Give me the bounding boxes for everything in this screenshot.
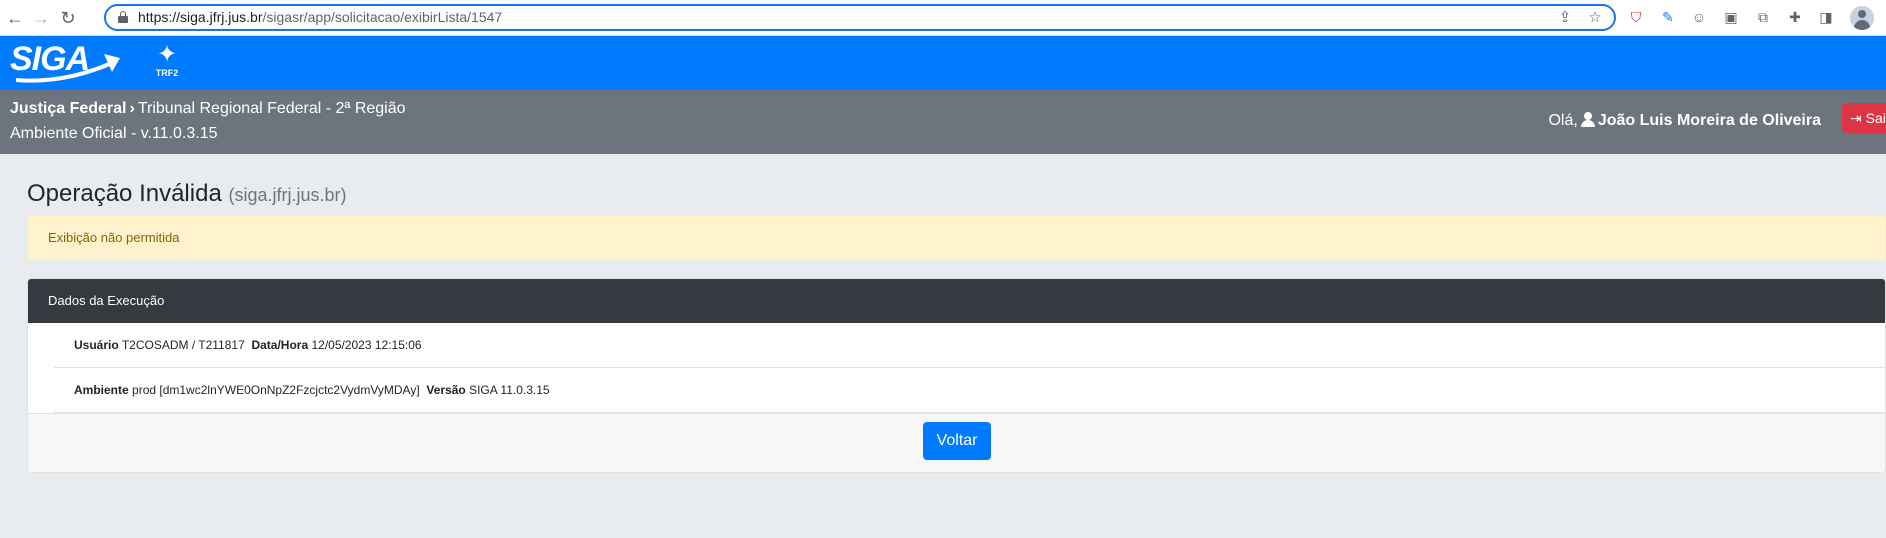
- environment-row-label: Ambiente: [74, 383, 129, 397]
- extension-shield-icon[interactable]: ⛉: [1627, 8, 1645, 26]
- share-icon[interactable]: ⇪: [1556, 9, 1574, 27]
- version-label: Versão: [426, 383, 466, 397]
- trf2-label: TRF2: [155, 68, 179, 78]
- user-icon: [1580, 112, 1595, 127]
- user-greeting: Olá, João Luis Moreira de Oliveira: [1548, 112, 1821, 130]
- page-title: Operação Inválida (siga.jfrj.jus.br): [27, 180, 347, 208]
- browser-toolbar: ← → ↻ https://siga.jfrj.jus.br/sigasr/ap…: [0, 0, 1886, 36]
- breadcrumb-current: Tribunal Regional Federal - 2ª Região: [137, 100, 406, 117]
- chevron-right-icon: ›: [129, 100, 135, 117]
- list-item: Usuário T2COSADM / T211817 Data/Hora 12/…: [54, 323, 1885, 368]
- reload-icon[interactable]: ↻: [57, 7, 79, 29]
- context-bar: Justiça Federal › Tribunal Regional Federa…: [0, 90, 1886, 154]
- user-name: João Luis Moreira de Oliveira: [1597, 112, 1821, 129]
- user-value: T2COSADM / T211817: [121, 338, 245, 352]
- lock-icon[interactable]: [118, 11, 128, 23]
- environment-row-value: prod [dm1wc2lnYWE0OnNpZ2Fzcjctc2VydmVyMD…: [132, 383, 420, 397]
- logout-button[interactable]: ⇥ Sair: [1842, 103, 1886, 133]
- bookmark-star-icon[interactable]: ☆: [1586, 9, 1604, 27]
- card-header: Dados da Execução: [28, 279, 1885, 323]
- siga-arrow-icon: [15, 54, 120, 83]
- user-label: Usuário: [74, 338, 119, 352]
- trf2-logo: ✦ TRF2: [150, 42, 184, 86]
- greeting-text: Olá,: [1548, 112, 1578, 129]
- datetime-label: Data/Hora: [251, 338, 309, 352]
- back-button[interactable]: Voltar: [923, 422, 991, 460]
- extensions-puzzle-icon[interactable]: ✚: [1786, 8, 1804, 26]
- environment-label: Ambiente Oficial - v.11.0.3.15: [10, 125, 218, 142]
- profile-avatar[interactable]: [1850, 6, 1874, 30]
- siga-logo[interactable]: SIGA: [10, 40, 130, 86]
- page-title-host: (siga.jfrj.jus.br): [228, 185, 347, 205]
- app-header: SIGA ✦ TRF2: [0, 36, 1886, 90]
- datetime-value: 12/05/2023 12:15:06: [311, 338, 422, 352]
- execution-card: Dados da Execução Usuário T2COSADM / T21…: [27, 278, 1886, 473]
- url-host: https://siga.jfrj.jus.br: [138, 9, 263, 25]
- url-text[interactable]: https://siga.jfrj.jus.br/sigasr/app/soli…: [138, 9, 502, 25]
- url-path: /sigasr/app/solicitacao/exibirLista/1547: [262, 9, 503, 25]
- extension-record-icon[interactable]: ▣: [1722, 8, 1740, 26]
- card-footer: Voltar: [28, 413, 1885, 472]
- address-bar[interactable]: https://siga.jfrj.jus.br/sigasr/app/soli…: [104, 4, 1616, 31]
- forward-icon[interactable]: →: [30, 7, 52, 29]
- warning-alert: Exibição não permitida: [27, 216, 1886, 260]
- side-panel-icon[interactable]: ◨: [1817, 8, 1835, 26]
- extension-copy-icon[interactable]: ⧉: [1754, 8, 1772, 26]
- list-item: Ambiente prod [dm1wc2lnYWE0OnNpZ2Fzcjctc…: [54, 368, 1885, 413]
- extension-chat-icon[interactable]: ☺: [1690, 8, 1708, 26]
- extension-pen-icon[interactable]: ✎: [1659, 8, 1677, 26]
- breadcrumb-root: Justiça Federal: [10, 100, 127, 117]
- trf2-star-icon: ✦: [156, 41, 178, 68]
- breadcrumb: Justiça Federal › Tribunal Regional Federa…: [10, 100, 406, 118]
- back-icon[interactable]: ←: [4, 7, 26, 29]
- page-title-text: Operação Inválida: [27, 180, 222, 207]
- version-value: SIGA 11.0.3.15: [469, 383, 550, 397]
